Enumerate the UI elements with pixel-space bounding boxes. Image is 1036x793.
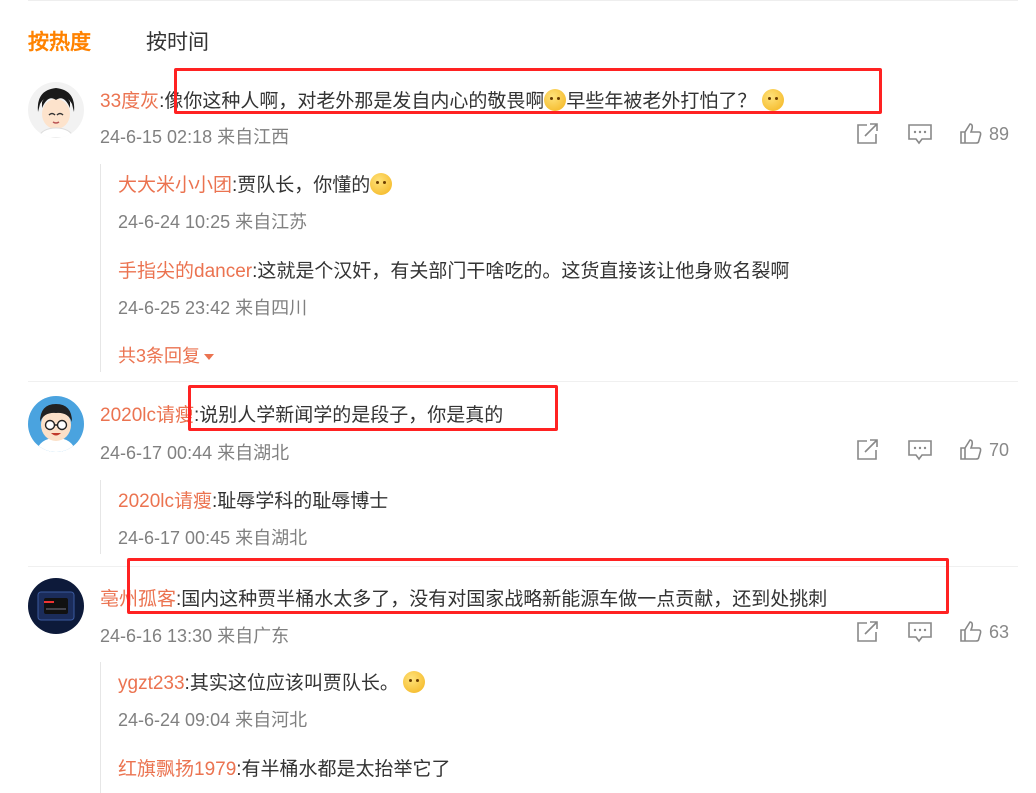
reply-body: :耻辱学科的耻辱博士 <box>212 491 389 512</box>
awkward-emoji-icon <box>544 89 567 111</box>
sort-by-hot-tab[interactable]: 按热度 <box>28 26 91 56</box>
like-icon <box>960 123 982 144</box>
reply-list: 2020lc请瘦:耻辱学科的耻辱博士 24-6-17 00:45 来自湖北 <box>100 480 1019 554</box>
reply-body: :这就是个汉奸，有关部门干啥吃的。这货直接该让他身败名裂啊 <box>252 261 790 282</box>
comment-meta: 24-6-17 00:44 来自湖北 <box>100 443 290 463</box>
avatar[interactable] <box>28 578 84 634</box>
reply-username[interactable]: 红旗飘扬1979 <box>118 759 236 780</box>
comment-text: 2020lc请瘦:说别人学新闻学的是段子，你是真的 <box>100 400 503 427</box>
crying-laugh-emoji-icon <box>370 173 393 195</box>
comment-button[interactable] <box>907 120 933 148</box>
share-button[interactable] <box>855 618 881 646</box>
avatar-cartoon-boy-icon <box>28 396 84 452</box>
thread-divider <box>28 381 1018 382</box>
comment-icon <box>908 622 932 643</box>
comment-icon <box>908 440 932 461</box>
like-button[interactable]: 70 <box>959 436 1009 464</box>
share-button[interactable] <box>855 436 881 464</box>
share-icon <box>857 439 878 460</box>
comment-icon <box>908 124 932 145</box>
like-count: 89 <box>989 123 1010 144</box>
smile-emoji-icon <box>402 671 425 693</box>
reply-text: 手指尖的dancer:这就是个汉奸，有关部门干啥吃的。这货直接该让他身败名裂啊 <box>118 256 789 283</box>
caret-down-icon <box>204 354 215 361</box>
like-button[interactable]: 89 <box>959 120 1009 148</box>
share-icon <box>857 123 878 144</box>
reply-body: :有半桶水都是太抬举它了 <box>236 759 451 780</box>
comment-username[interactable]: 33度灰 <box>100 91 159 112</box>
comment-meta: 24-6-16 13:30 来自广东 <box>100 626 290 646</box>
reply-text: 大大米小小团:贾队长，你懂的 <box>118 170 393 197</box>
like-button[interactable]: 63 <box>959 618 1009 646</box>
reply-list: 大大米小小团:贾队长，你懂的 24-6-24 10:25 来自江苏 手指尖的da… <box>100 164 1019 372</box>
comment-actions: 70 <box>855 436 1020 464</box>
like-icon <box>960 439 982 460</box>
top-divider <box>28 0 1018 1</box>
comment-button[interactable] <box>907 436 933 464</box>
reply-username[interactable]: 2020lc请瘦 <box>118 491 212 512</box>
comment-body-continued: 早些年被老外打怕了？ <box>566 91 757 112</box>
like-count: 63 <box>989 621 1010 642</box>
comment-body: :国内这种贾半桶水太多了，没有对国家战略新能源车做一点贡献，还到处挑刺 <box>176 589 828 610</box>
avatar-anime-boy-icon <box>28 82 84 138</box>
sort-by-time-tab[interactable]: 按时间 <box>146 26 209 56</box>
comment-text: 亳州孤客:国内这种贾半桶水太多了，没有对国家战略新能源车做一点贡献，还到处挑刺 <box>100 584 827 611</box>
reply-username[interactable]: 手指尖的dancer <box>118 261 252 282</box>
like-icon <box>960 621 982 642</box>
reply-meta: 24-6-17 00:45 来自湖北 <box>118 528 308 548</box>
reply-list: ygzt233:其实这位应该叫贾队长。 24-6-24 09:04 来自河北 红… <box>100 662 1019 793</box>
avatar-chip-icon <box>28 578 84 634</box>
comment-text: 33度灰:像你这种人啊，对老外那是发自内心的敬畏啊 早些年被老外打怕了？ <box>100 86 784 113</box>
comment-username[interactable]: 2020lc请瘦 <box>100 405 194 426</box>
thread-divider <box>28 566 1018 567</box>
more-replies-link[interactable]: 共3条回复 <box>118 342 215 368</box>
laughing-emoji-icon <box>761 89 784 111</box>
reply-text: 红旗飘扬1979:有半桶水都是太抬举它了 <box>118 754 451 781</box>
comment-actions: 63 <box>855 618 1020 646</box>
like-count: 70 <box>989 439 1010 460</box>
more-replies-label: 共3条回复 <box>118 346 201 366</box>
reply-username[interactable]: 大大米小小团 <box>118 175 232 196</box>
reply-username[interactable]: ygzt233 <box>118 673 185 694</box>
comment-body: :说别人学新闻学的是段子，你是真的 <box>194 405 504 426</box>
reply-text: ygzt233:其实这位应该叫贾队长。 <box>118 668 425 695</box>
reply-body: :其实这位应该叫贾队长。 <box>184 673 399 694</box>
avatar[interactable] <box>28 82 84 138</box>
reply-meta: 24-6-24 10:25 来自江苏 <box>118 212 308 232</box>
reply-text: 2020lc请瘦:耻辱学科的耻辱博士 <box>118 486 388 513</box>
comment-body: :像你这种人啊，对老外那是发自内心的敬畏啊 <box>159 91 545 112</box>
comment-username[interactable]: 亳州孤客 <box>100 589 176 610</box>
share-button[interactable] <box>855 120 881 148</box>
reply-meta: 24-6-24 09:04 来自河北 <box>118 710 308 730</box>
avatar[interactable] <box>28 396 84 452</box>
share-icon <box>857 621 878 642</box>
reply-body: :贾队长，你懂的 <box>232 175 371 196</box>
comment-button[interactable] <box>907 618 933 646</box>
reply-meta: 24-6-25 23:42 来自四川 <box>118 298 308 318</box>
comment-actions: 89 <box>855 120 1020 148</box>
comment-meta: 24-6-15 02:18 来自江西 <box>100 127 290 147</box>
